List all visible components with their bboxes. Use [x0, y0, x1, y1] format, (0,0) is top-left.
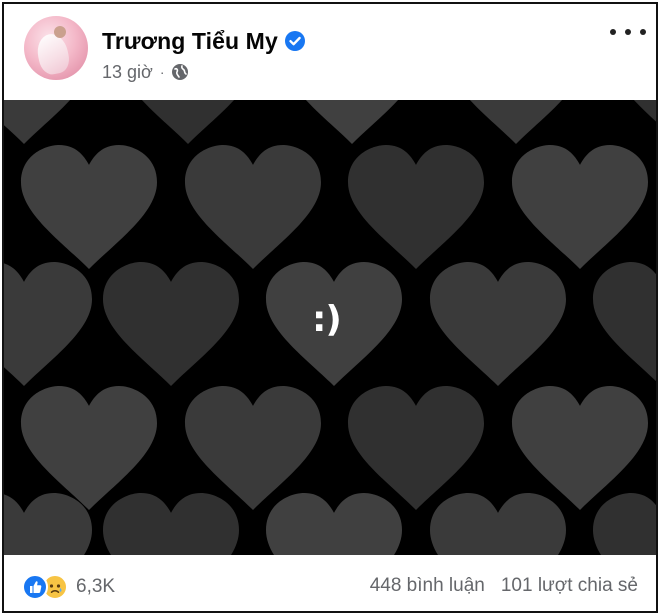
author-row: Trương Tiểu My	[102, 26, 305, 56]
heart-shape	[103, 493, 239, 555]
more-dot	[640, 29, 646, 35]
more-options-icon[interactable]	[610, 22, 646, 42]
heart-shape	[185, 145, 321, 269]
heart-shape	[593, 493, 656, 555]
heart-shape	[103, 262, 239, 386]
heart-shape	[21, 145, 157, 269]
heart-shape	[512, 386, 648, 510]
heart-shape	[4, 493, 92, 555]
comments-count-link[interactable]: 448 bình luận	[370, 575, 485, 597]
heart-shape	[512, 145, 648, 269]
heart-shape	[306, 100, 398, 144]
heart-shape	[634, 100, 656, 122]
heart-shape	[348, 145, 484, 269]
avatar[interactable]	[24, 16, 88, 80]
verified-badge-icon	[284, 31, 305, 51]
smiley-text: :)	[312, 299, 342, 340]
meta-separator: ·	[159, 64, 165, 80]
heart-shape	[430, 493, 566, 555]
like-icon	[22, 574, 48, 600]
heart-shape	[4, 262, 92, 386]
post-stats: 448 bình luận 101 lượt chia sẻ	[370, 575, 638, 597]
author-name[interactable]: Trương Tiểu My	[102, 28, 278, 55]
shares-count-link[interactable]: 101 lượt chia sẻ	[501, 575, 638, 597]
facebook-post: Trương Tiểu My 13 giờ ·:) 6,3K 448 bình…	[2, 2, 658, 613]
reactions-summary[interactable]: 6,3K	[22, 573, 115, 601]
more-dot	[610, 29, 616, 35]
globe-icon[interactable]	[171, 63, 189, 81]
heart-shape	[593, 262, 656, 382]
heart-shape	[142, 100, 234, 144]
heart-shape	[348, 386, 484, 510]
heart-shape	[470, 100, 562, 144]
heart-shape	[430, 262, 566, 386]
heart-shape	[185, 386, 321, 510]
stats-spacer	[485, 575, 501, 597]
post-meta: 13 giờ ·	[102, 61, 189, 83]
post-footer: 6,3K 448 bình luận 101 lượt chia sẻ	[4, 555, 656, 611]
avatar-head	[54, 26, 66, 38]
reaction-count: 6,3K	[76, 576, 116, 597]
heart-shape	[21, 386, 157, 510]
post-time[interactable]: 13 giờ	[102, 62, 153, 83]
more-dot	[625, 29, 631, 35]
post-header: Trương Tiểu My 13 giờ ·	[4, 4, 656, 100]
heart-shape	[4, 100, 70, 144]
heart-shape	[266, 493, 402, 555]
post-image[interactable]: :)	[4, 100, 656, 555]
avatar-figure	[34, 31, 72, 77]
